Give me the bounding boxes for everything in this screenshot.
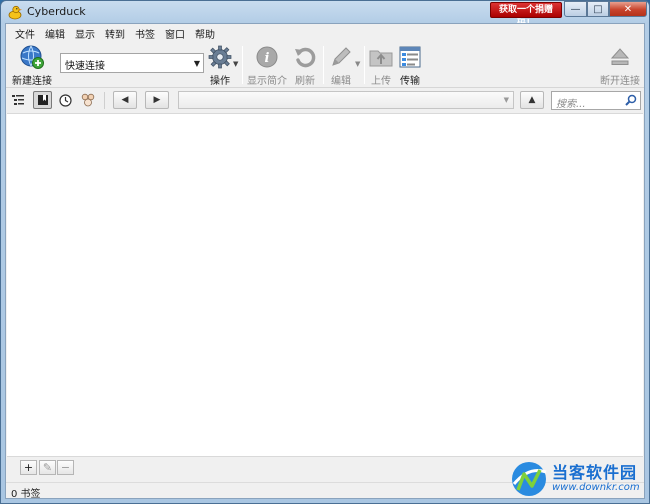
remove-bookmark-button[interactable]: − [57, 460, 74, 475]
refresh-button[interactable]: 刷新 [290, 42, 320, 88]
edit-label: 编辑 [331, 76, 351, 87]
transfers-label: 传输 [400, 76, 420, 87]
bonjour-view-toggle[interactable] [79, 91, 97, 109]
title-bar[interactable]: Cyberduck 获取一个捐赠码！ — □ ✕ [1, 1, 649, 29]
menu-window[interactable]: 窗口 [160, 24, 190, 42]
action-chevron-down-icon[interactable]: ▼ [233, 60, 238, 68]
tree-view-icon [12, 95, 24, 105]
gear-icon [206, 44, 234, 70]
new-connection-label: 新建连接 [12, 76, 52, 87]
search-placeholder: 搜索... [556, 99, 586, 110]
add-bookmark-button[interactable]: + [20, 460, 37, 475]
edit-bookmark-button[interactable]: ✎ [39, 460, 56, 475]
outline-view-toggle[interactable] [9, 91, 27, 109]
toolbar-separator [364, 46, 365, 84]
disconnect-button[interactable]: 断开连接 [598, 42, 642, 88]
upload-label: 上传 [371, 76, 391, 87]
bonjour-icon [81, 93, 95, 107]
navigation-bar: ◀ ▶ ▼ ▲ 搜索... [6, 89, 644, 113]
menu-bar: 文件 编辑 显示 转到 书签 窗口 帮助 [6, 24, 644, 42]
search-icon [625, 94, 637, 106]
status-text: 0 书签 [11, 489, 41, 500]
action-label: 操作 [210, 76, 230, 87]
watermark-url: www.downkr.com [552, 482, 640, 493]
chevron-down-icon[interactable]: ▼ [194, 59, 200, 68]
action-button[interactable]: 操作 [204, 42, 236, 88]
refresh-icon [291, 44, 319, 70]
edit-chevron-down-icon[interactable]: ▼ [355, 60, 360, 68]
parent-directory-button[interactable]: ▲ [520, 91, 544, 109]
quick-connect-value: 快速连接 [65, 61, 105, 72]
transfers-list-icon [396, 44, 424, 70]
pencil-icon [327, 44, 355, 70]
forward-button[interactable]: ▶ [145, 91, 169, 109]
chevron-down-icon: ▼ [503, 96, 509, 104]
bookmark-list-area[interactable] [7, 113, 643, 457]
bookmarks-view-toggle[interactable] [33, 91, 52, 109]
main-client-area: 文件 编辑 显示 转到 书签 窗口 帮助 新建连接 快速连接 ▼ 操作 ▼ i … [5, 23, 645, 500]
minimize-button[interactable]: — [564, 1, 587, 17]
globe-add-icon [18, 44, 46, 70]
disconnect-label: 断开连接 [600, 76, 640, 87]
upload-button[interactable]: 上传 [367, 42, 395, 88]
navbar-separator [104, 92, 105, 109]
app-window: Cyberduck 获取一个捐赠码！ — □ ✕ 文件 编辑 显示 转到 书签 … [0, 0, 650, 504]
refresh-label: 刷新 [295, 76, 315, 87]
close-button[interactable]: ✕ [609, 1, 647, 17]
main-toolbar: 新建连接 快速连接 ▼ 操作 ▼ i 显示简介 刷新 编辑 ▼ 上传 传输 断开… [6, 42, 644, 88]
folder-upload-icon [367, 44, 395, 70]
maximize-button[interactable]: □ [587, 1, 609, 17]
transfers-button[interactable]: 传输 [396, 42, 424, 88]
watermark-logo-icon [512, 462, 547, 496]
menu-file[interactable]: 文件 [10, 24, 40, 42]
watermark-title: 当客软件园 [552, 463, 638, 482]
search-input[interactable]: 搜索... [551, 91, 641, 110]
eject-icon [606, 44, 634, 70]
back-button[interactable]: ◀ [113, 91, 137, 109]
info-icon: i [253, 44, 281, 70]
menu-go[interactable]: 转到 [100, 24, 130, 42]
bookmark-book-icon [37, 95, 48, 105]
edit-button[interactable]: 编辑 [326, 42, 356, 88]
window-title: Cyberduck [27, 5, 86, 18]
svg-text:i: i [265, 51, 270, 66]
new-connection-button[interactable]: 新建连接 [10, 42, 54, 88]
history-view-toggle[interactable] [56, 91, 74, 109]
menu-help[interactable]: 帮助 [190, 24, 220, 42]
clock-icon [58, 93, 72, 107]
get-info-label: 显示简介 [247, 76, 287, 87]
menu-view[interactable]: 显示 [70, 24, 100, 42]
quick-connect-combo[interactable]: 快速连接 ▼ [60, 53, 204, 73]
toolbar-separator [242, 46, 243, 84]
cyberduck-app-icon [8, 5, 22, 20]
menu-bookmarks[interactable]: 书签 [130, 24, 160, 42]
site-watermark: 当客软件园 www.downkr.com [508, 456, 650, 502]
menu-edit[interactable]: 编辑 [40, 24, 70, 42]
toolbar-separator [323, 46, 324, 84]
path-dropdown[interactable]: ▼ [178, 91, 514, 109]
donate-button[interactable]: 获取一个捐赠码！ [490, 2, 562, 29]
get-info-button[interactable]: i 显示简介 [246, 42, 288, 88]
